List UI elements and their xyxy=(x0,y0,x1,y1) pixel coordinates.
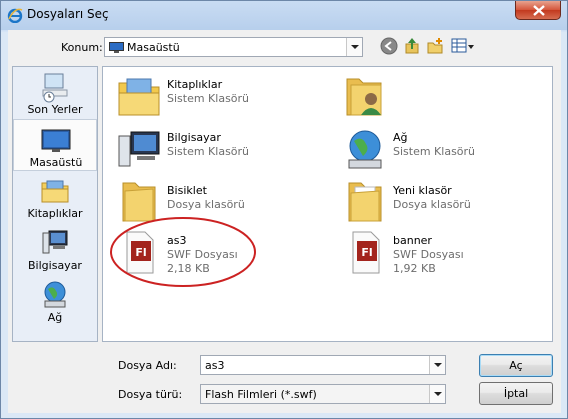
file-item-computer[interactable]: Bilgisayar Sistem Klasörü xyxy=(109,124,329,174)
user-folder-icon xyxy=(346,78,382,116)
file-item-bisiklet[interactable]: Bisiklet Dosya klasörü xyxy=(109,177,329,227)
window-title: Dosyaları Seç xyxy=(27,7,109,21)
view-menu-icon[interactable] xyxy=(451,37,475,55)
desktop-icon xyxy=(41,129,71,152)
place-label-network: Ağ xyxy=(47,311,63,324)
file-list-view[interactable]: Kitaplıklar Sistem Klasörü Bilgisayar Si… xyxy=(102,66,553,342)
file-type: Sistem Klasörü xyxy=(393,145,476,158)
place-libraries[interactable]: Kitaplıklar xyxy=(13,171,97,223)
open-button[interactable]: Aç xyxy=(479,354,553,377)
filetype-combo[interactable]: Flash Filmleri (*.swf) xyxy=(200,384,446,404)
new-folder-icon[interactable] xyxy=(426,37,444,55)
file-item-as3[interactable]: Fl as3 SWF Dosyası 2,18 KB xyxy=(109,227,329,277)
places-bar: Son Yerler Masaüstü Kitaplıklar Bilgisay… xyxy=(12,66,98,342)
file-type: Dosya klasörü xyxy=(167,198,245,211)
filename-label: Dosya Adı: xyxy=(118,359,177,372)
location-combo[interactable]: Masaüstü xyxy=(104,37,363,57)
file-type: SWF Dosyası xyxy=(393,248,464,261)
filename-value: as3 xyxy=(205,359,225,372)
file-dialog-window: Dosyaları Seç Konum: Masaüstü Son Yerler… xyxy=(0,0,568,419)
up-folder-icon[interactable] xyxy=(403,37,421,55)
dialog-client-area: Konum: Masaüstü Son Yerler Masaüstü Kita… xyxy=(8,30,561,413)
place-label-computer: Bilgisayar xyxy=(28,259,82,272)
file-item-user-folder[interactable] xyxy=(335,71,555,121)
file-item-network[interactable]: Ağ Sistem Klasörü xyxy=(335,124,555,174)
file-item-yeni-klasor[interactable]: Yeni klasör Dosya klasörü xyxy=(335,177,555,227)
file-name: Ağ xyxy=(393,131,408,144)
place-network[interactable]: Ağ xyxy=(13,275,97,327)
file-name: banner xyxy=(393,234,432,247)
libraries-icon xyxy=(41,180,69,203)
flash-file-icon: Fl xyxy=(126,231,154,274)
place-desktop[interactable]: Masaüstü xyxy=(13,119,97,171)
cancel-button[interactable]: İptal xyxy=(479,382,553,405)
place-label-libraries: Kitaplıklar xyxy=(27,207,83,220)
place-label-recent: Son Yerler xyxy=(27,103,83,116)
close-button[interactable] xyxy=(515,1,561,20)
place-recent[interactable]: Son Yerler xyxy=(13,67,97,119)
file-size: 2,18 KB xyxy=(167,262,210,275)
file-type: Dosya klasörü xyxy=(393,198,471,211)
file-type: Sistem Klasörü xyxy=(167,92,250,105)
place-computer[interactable]: Bilgisayar xyxy=(13,223,97,275)
filename-combo[interactable]: as3 xyxy=(200,355,446,375)
file-name: Bisiklet xyxy=(167,184,207,197)
flash-file-icon: Fl xyxy=(352,231,380,274)
filetype-value: Flash Filmleri (*.swf) xyxy=(205,388,317,401)
file-item-libraries[interactable]: Kitaplıklar Sistem Klasörü xyxy=(109,71,329,121)
desktop-icon xyxy=(109,42,124,53)
file-type: Sistem Klasörü xyxy=(167,145,250,158)
folder-icon xyxy=(348,182,382,222)
file-name: Yeni klasör xyxy=(393,184,452,197)
file-name: Kitaplıklar xyxy=(167,78,223,91)
file-size: 1,92 KB xyxy=(393,262,436,275)
filetype-label: Dosya türü: xyxy=(118,388,183,401)
file-name: Bilgisayar xyxy=(167,131,221,144)
close-icon xyxy=(533,5,545,16)
file-name: as3 xyxy=(167,234,187,247)
chevron-down-icon[interactable] xyxy=(429,385,445,403)
location-label: Konum: xyxy=(61,41,103,54)
back-icon[interactable] xyxy=(380,37,398,55)
computer-icon xyxy=(118,131,160,167)
file-type: SWF Dosyası xyxy=(167,248,238,261)
file-item-banner[interactable]: Fl banner SWF Dosyası 1,92 KB xyxy=(335,227,555,277)
internet-explorer-icon xyxy=(7,8,23,23)
network-icon xyxy=(44,281,66,308)
svg-text:Fl: Fl xyxy=(361,246,372,259)
chevron-down-icon[interactable] xyxy=(429,356,445,374)
recent-places-icon xyxy=(42,73,68,103)
chevron-down-icon[interactable] xyxy=(346,38,362,56)
location-value: Masaüstü xyxy=(127,41,180,54)
place-label-desktop: Masaüstü xyxy=(29,156,83,169)
svg-text:Fl: Fl xyxy=(135,246,146,259)
folder-icon xyxy=(122,182,156,222)
title-bar: Dosyaları Seç xyxy=(1,1,567,30)
computer-icon xyxy=(42,230,68,254)
network-icon xyxy=(348,130,382,169)
libraries-icon xyxy=(118,78,160,116)
